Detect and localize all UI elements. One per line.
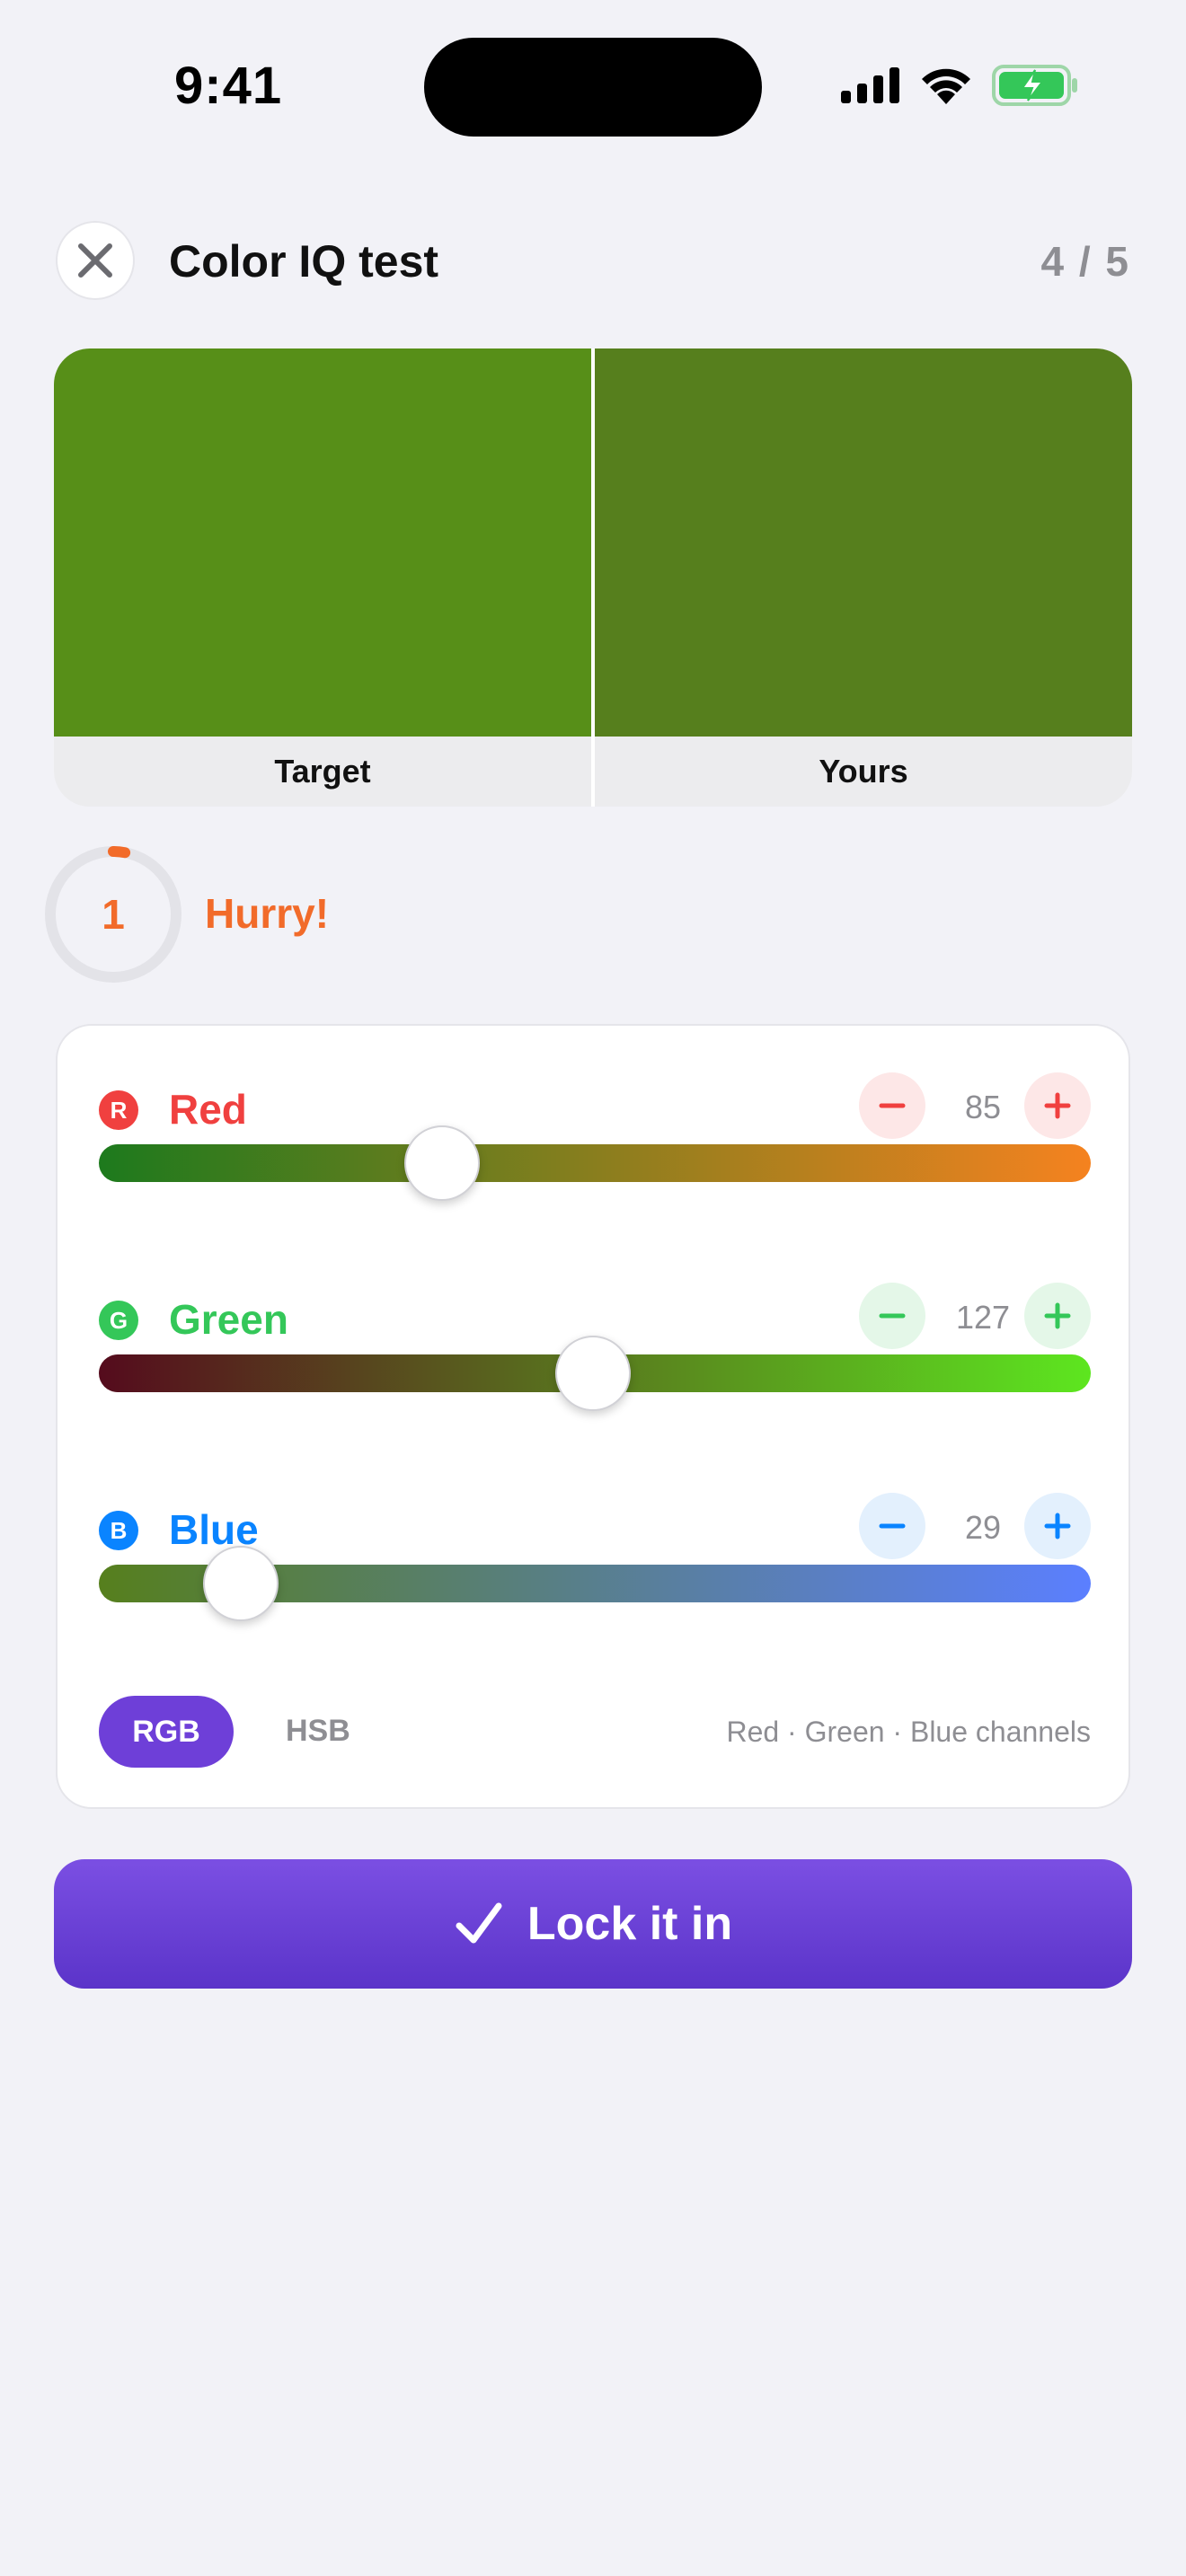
plus-icon xyxy=(1044,1092,1071,1119)
blue-decrement-button[interactable] xyxy=(859,1493,925,1559)
lock-it-in-button[interactable]: Lock it in xyxy=(54,1859,1132,1989)
channel-controls-card: R Red 85 G Green 127 B Blue 29 RGB HSB R… xyxy=(56,1024,1130,1809)
countdown-timer: 1 xyxy=(43,844,183,984)
system-icons xyxy=(841,65,1078,106)
status-bar: 9:41 xyxy=(0,0,1186,171)
green-decrement-button[interactable] xyxy=(859,1283,925,1349)
red-slider-thumb[interactable] xyxy=(404,1125,480,1201)
yours-label: Yours xyxy=(819,753,908,790)
mode-hsb-button[interactable]: HSB xyxy=(286,1714,350,1749)
close-button[interactable] xyxy=(56,221,135,300)
target-swatch xyxy=(54,348,591,737)
blue-value: 29 xyxy=(964,1509,1002,1546)
red-slider-track[interactable] xyxy=(99,1144,1091,1182)
green-value: 127 xyxy=(955,1299,1011,1336)
close-icon xyxy=(78,243,112,278)
color-mode-switcher: RGB HSB Red · Green · Blue channels xyxy=(99,1696,1091,1768)
red-label: Red xyxy=(169,1086,247,1133)
minus-icon xyxy=(879,1523,906,1529)
question-progress: 4 / 5 xyxy=(1040,238,1130,285)
page-title: Color IQ test xyxy=(169,236,439,287)
green-label: Green xyxy=(169,1296,288,1343)
yours-swatch xyxy=(595,348,1132,737)
dynamic-island xyxy=(424,38,762,137)
channel-green: G Green 127 xyxy=(99,1283,1091,1471)
blue-badge: B xyxy=(99,1511,138,1550)
wifi-icon xyxy=(922,68,970,104)
plus-icon xyxy=(1044,1513,1071,1539)
blue-slider-thumb[interactable] xyxy=(203,1546,279,1621)
minus-icon xyxy=(879,1103,906,1108)
cellular-signal-icon xyxy=(841,67,899,103)
red-badge: R xyxy=(99,1090,138,1130)
timer-seconds: 1 xyxy=(102,891,125,938)
red-decrement-button[interactable] xyxy=(859,1072,925,1139)
battery-charging-icon xyxy=(992,65,1077,106)
channel-blue: B Blue 29 xyxy=(99,1493,1091,1681)
minus-icon xyxy=(879,1313,906,1319)
mode-description: Red · Green · Blue channels xyxy=(726,1716,1091,1748)
green-badge: G xyxy=(99,1301,138,1340)
color-comparison: Target Yours xyxy=(54,348,1132,807)
red-value: 85 xyxy=(964,1089,1002,1125)
green-increment-button[interactable] xyxy=(1024,1283,1091,1349)
red-increment-button[interactable] xyxy=(1024,1072,1091,1139)
blue-increment-button[interactable] xyxy=(1024,1493,1091,1559)
mode-rgb-button[interactable]: RGB xyxy=(99,1696,234,1768)
yours-column: Yours xyxy=(591,348,1132,807)
target-column: Target xyxy=(54,348,591,807)
checkmark-icon xyxy=(456,1902,502,1944)
lock-it-in-label: Lock it in xyxy=(527,1898,733,1950)
header: Color IQ test 4 / 5 xyxy=(56,221,1130,302)
plus-icon xyxy=(1044,1302,1071,1329)
channel-red: R Red 85 xyxy=(99,1072,1091,1261)
target-label: Target xyxy=(274,753,371,790)
status-time: 9:41 xyxy=(174,57,283,115)
timer-message: Hurry! xyxy=(205,890,330,937)
green-slider-thumb[interactable] xyxy=(555,1336,631,1411)
